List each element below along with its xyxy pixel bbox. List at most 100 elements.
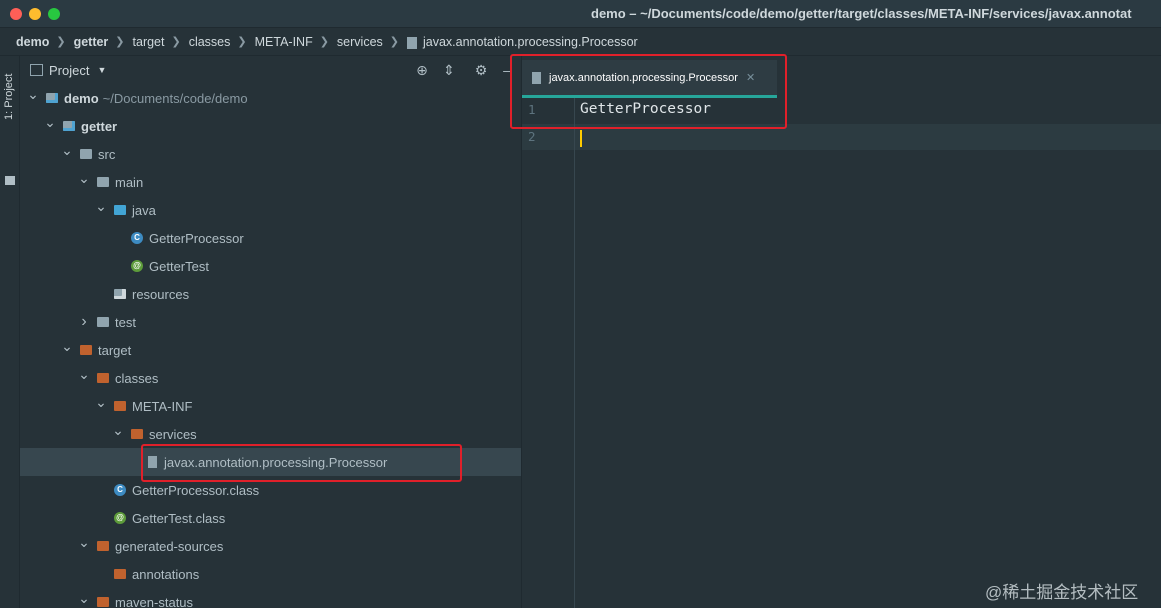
breadcrumb-item[interactable]: javax.annotation.processing.Processor: [423, 35, 638, 49]
chevron-down-icon[interactable]: ⌄: [78, 170, 90, 187]
folder-icon: [5, 176, 15, 185]
tree-item-label: test: [115, 315, 136, 330]
tree-item-name: resources: [132, 286, 190, 302]
resources-folder-icon: [114, 289, 126, 299]
breadcrumb-item[interactable]: classes: [189, 35, 231, 49]
tree-item[interactable]: resources: [20, 280, 521, 308]
module-folder-icon: [63, 121, 75, 131]
close-window-button[interactable]: [10, 8, 22, 20]
tree-item[interactable]: ⌄ main: [20, 168, 521, 196]
project-view-icon: [30, 64, 43, 76]
breadcrumb: demo ❯ getter ❯ target ❯ classes ❯ META-INF ❯ serv…: [0, 28, 1161, 56]
tree-item[interactable]: ⌄ src: [20, 140, 521, 168]
folder-icon: [97, 597, 109, 607]
tree-item[interactable]: C GetterProcessor: [20, 224, 521, 252]
chevron-down-icon[interactable]: ⌄: [78, 590, 90, 607]
folder-icon: [97, 373, 109, 383]
chevron-down-icon[interactable]: ⌄: [44, 114, 56, 131]
tree-item[interactable]: ⌄ generated-sources: [20, 532, 521, 560]
tree-item-name: main: [115, 174, 144, 190]
chevron-down-icon[interactable]: ⌄: [112, 422, 124, 439]
tree-item[interactable]: ⌄ META-INF: [20, 392, 521, 420]
collapse-all-icon[interactable]: ⇕: [440, 61, 458, 79]
chevron-down-icon[interactable]: ⌄: [95, 394, 107, 411]
tree-item[interactable]: annotations: [20, 560, 521, 588]
project-tool-window-button[interactable]: 1: Project: [3, 74, 15, 120]
tree-item[interactable]: › test: [20, 308, 521, 336]
tree-item[interactable]: ⌄ getter: [20, 112, 521, 140]
tree-item-label: GetterProcessor.class: [132, 483, 259, 498]
tree-item-name: GetterProcessor: [149, 230, 244, 246]
tree-item[interactable]: ⌄ target: [20, 336, 521, 364]
chevron-right-icon: ❯: [237, 36, 247, 48]
folder-icon: [114, 569, 126, 579]
chevron-right-icon: ❯: [319, 36, 329, 48]
tree-item-name: META-INF: [132, 398, 193, 414]
tree-item-label: main: [115, 175, 143, 190]
tree-item-name: classes: [115, 370, 159, 386]
tree-item[interactable]: ⌄ classes: [20, 364, 521, 392]
tree-item[interactable]: @ GetterTest: [20, 252, 521, 280]
folder-icon: [80, 345, 92, 355]
tree-item-label: target: [98, 343, 131, 358]
gear-icon[interactable]: ⚙: [472, 61, 490, 79]
chevron-right-icon: ❯: [389, 36, 399, 48]
tree-item-name: getter: [81, 118, 118, 134]
annotation-icon: @: [131, 260, 143, 272]
tree-item-label: GetterTest: [149, 259, 209, 274]
watermark: @稀土掘金技术社区: [985, 583, 1139, 602]
tree-item-name: target: [98, 342, 132, 358]
tool-window-strip: 1: Project: [0, 56, 20, 608]
breadcrumb-item[interactable]: target: [133, 35, 165, 49]
tree-item-label: GetterTest.class: [132, 511, 225, 526]
chevron-down-icon[interactable]: ⌄: [78, 366, 90, 383]
tree-item-name: annotations: [132, 566, 200, 582]
tree-item-name: test: [115, 314, 136, 330]
chevron-down-icon[interactable]: ▼: [97, 65, 106, 75]
chevron-right-icon: ❯: [171, 36, 181, 48]
minimize-window-button[interactable]: [29, 8, 41, 20]
chevron-down-icon[interactable]: ⌄: [61, 338, 73, 355]
window-title: demo – ~/Documents/code/demo/getter/targ…: [591, 6, 1132, 21]
folder-icon: [97, 177, 109, 187]
chevron-down-icon[interactable]: ⌄: [78, 534, 90, 551]
tree-item-label: classes: [115, 371, 158, 386]
tree-item-label: demo ~/Documents/code/demo: [64, 91, 248, 106]
folder-icon: [131, 429, 143, 439]
breadcrumb-item[interactable]: META-INF: [255, 35, 313, 49]
module-folder-icon: [46, 93, 58, 103]
tree-item-label: services: [149, 427, 197, 442]
tree-item-name: java: [132, 202, 156, 218]
text-cursor: [580, 130, 582, 147]
folder-icon: [114, 401, 126, 411]
tree-item-label: generated-sources: [115, 539, 223, 554]
tree-item-name: src: [98, 146, 116, 162]
project-view-selector[interactable]: Project: [49, 63, 89, 78]
chevron-down-icon[interactable]: ⌄: [27, 86, 39, 103]
tree-item-name: demo: [64, 90, 99, 106]
java-class-icon: C: [131, 232, 143, 244]
chevron-right-icon[interactable]: ›: [78, 313, 90, 331]
locate-file-icon[interactable]: ⊕: [413, 61, 431, 79]
tree-item-label: src: [98, 147, 115, 162]
tree-item[interactable]: ⌄ demo ~/Documents/code/demo: [20, 84, 521, 112]
folder-icon: [97, 541, 109, 551]
tree-item-label: annotations: [132, 567, 199, 582]
title-bar: demo – ~/Documents/code/demo/getter/targ…: [0, 0, 1161, 28]
line-number-gutter[interactable]: 1 2: [522, 98, 575, 608]
breadcrumb-item[interactable]: demo: [16, 35, 49, 49]
tree-item-label: maven-status: [115, 595, 193, 608]
tree-item[interactable]: @ GetterTest.class: [20, 504, 521, 532]
chevron-down-icon[interactable]: ⌄: [61, 142, 73, 159]
tree-item-name: GetterTest.class: [132, 510, 226, 526]
line-number: 2: [528, 129, 536, 144]
tree-item[interactable]: ⌄ java: [20, 196, 521, 224]
tree-item-name: maven-status: [115, 594, 194, 608]
tree-item-name: services: [149, 426, 197, 442]
zoom-window-button[interactable]: [48, 8, 60, 20]
breadcrumb-item[interactable]: getter: [74, 35, 109, 49]
breadcrumb-item[interactable]: services: [337, 35, 383, 49]
tree-item-label: META-INF: [132, 399, 192, 414]
tree-item[interactable]: ⌄ maven-status: [20, 588, 521, 608]
chevron-down-icon[interactable]: ⌄: [95, 198, 107, 215]
